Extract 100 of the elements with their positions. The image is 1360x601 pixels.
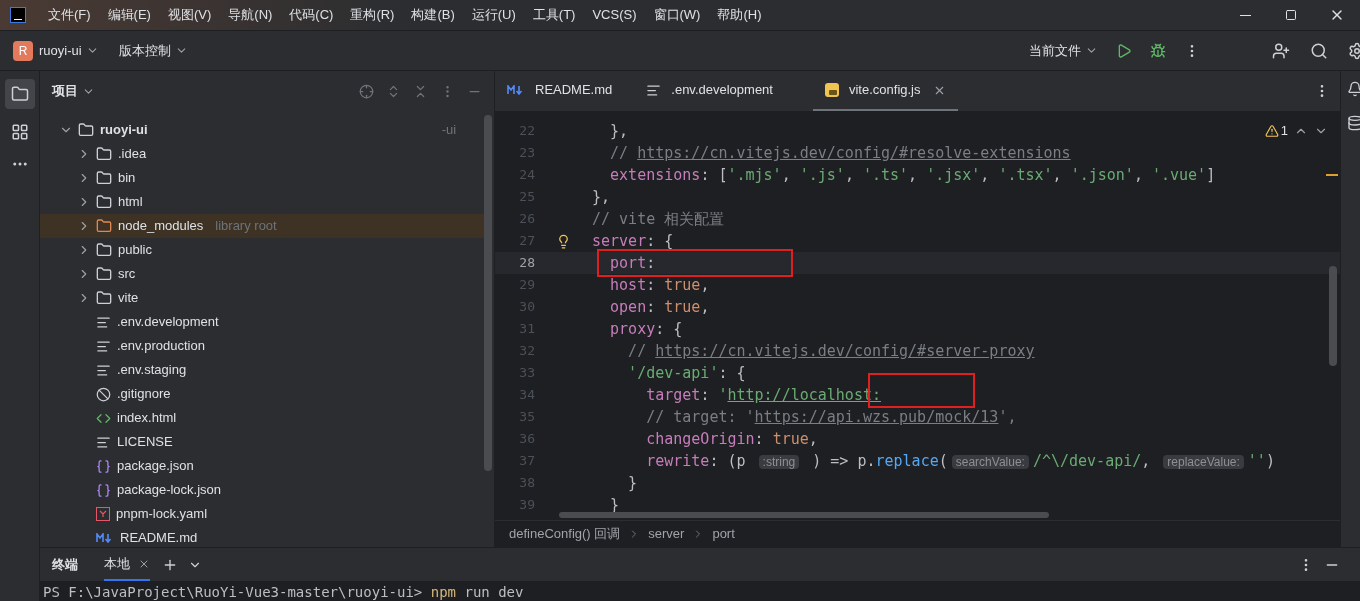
menu-item[interactable]: VCS(S) [592, 5, 637, 25]
vcs-menu[interactable]: 版本控制 [118, 40, 188, 61]
breadcrumb[interactable]: defineConfig() 回调 [509, 524, 621, 544]
tree-item[interactable]: ruoyi-ui -ui [40, 118, 484, 142]
folder-icon [96, 170, 112, 186]
file-name: LICENSE [117, 433, 173, 452]
database-icon[interactable] [1346, 115, 1360, 131]
folder-icon [96, 290, 112, 306]
tree-item[interactable]: html [40, 190, 484, 214]
run-icon[interactable] [1116, 42, 1132, 59]
json-file-icon [96, 482, 111, 498]
tree-item[interactable]: .env.staging [40, 358, 484, 382]
code-line: proxy: { [609, 319, 683, 340]
notifications-icon[interactable] [1346, 81, 1360, 97]
code-line: // target: 'https://api.wzs.pub/mock/13', [645, 407, 1017, 428]
text-file-icon [96, 338, 111, 354]
menu-item[interactable]: 导航(N) [228, 5, 273, 25]
debug-icon[interactable] [1150, 42, 1166, 59]
file-name: README.md [120, 529, 198, 547]
file-name: bin [118, 169, 136, 188]
app-logo-icon [10, 7, 26, 23]
search-icon[interactable] [1310, 41, 1328, 60]
scrollbar[interactable] [484, 115, 492, 471]
tree-item[interactable]: src [40, 262, 484, 286]
project-badge: R [13, 40, 33, 61]
breadcrumb[interactable]: port [712, 524, 735, 544]
file-name: .idea [118, 145, 147, 164]
file-name: ruoyi-ui [100, 121, 148, 140]
line-number: 28 [518, 254, 535, 273]
folder-icon [96, 146, 112, 162]
menu-item[interactable]: 编辑(E) [107, 5, 151, 25]
file-name: .env.staging [117, 361, 187, 380]
markdown-file-icon [96, 533, 114, 543]
scrollbar[interactable] [559, 512, 1049, 518]
folder-icon [96, 194, 112, 210]
warning-icon[interactable] [1264, 123, 1279, 138]
code-line: // vite 相关配置 [592, 209, 725, 230]
settings-icon[interactable] [1348, 41, 1360, 60]
file-name: .env.development [117, 313, 219, 332]
editor-tab[interactable]: vite.config.js [812, 71, 958, 111]
tree-item[interactable]: package.json [40, 454, 484, 478]
code-line: }, [609, 121, 629, 142]
menu-item[interactable]: 视图(V) [167, 5, 212, 25]
menu-item[interactable]: 构建(B) [411, 5, 455, 25]
file-name: index.html [117, 409, 177, 428]
tree-item[interactable]: .env.development [40, 310, 484, 334]
lightbulb-icon[interactable] [556, 233, 571, 249]
breadcrumb[interactable]: server [648, 524, 685, 544]
maximize-icon [1285, 9, 1297, 21]
run-config-selector[interactable]: 当前文件 [1029, 40, 1098, 61]
tree-item[interactable]: vite [40, 286, 484, 310]
code-line: }, [592, 187, 611, 208]
tree-item[interactable]: LICENSE [40, 430, 484, 454]
tree-item[interactable]: README.md [40, 526, 484, 547]
text-file-icon [96, 362, 111, 378]
code-line: // https://cn.vitejs.dev/config/#server-proxy [627, 341, 1035, 362]
project-selector[interactable]: ruoyi-ui [39, 40, 99, 61]
file-name: pnpm-lock.yaml [116, 505, 208, 524]
tree-item[interactable]: .gitignore [40, 382, 484, 406]
text-file-icon [96, 314, 111, 330]
menu-item[interactable]: 运行(U) [471, 5, 516, 25]
menu-item[interactable]: 重构(R) [350, 5, 395, 25]
code-line: server: { [592, 231, 674, 252]
file-name: package.json [117, 457, 194, 476]
folder-icon [96, 266, 112, 282]
folder-icon [96, 218, 112, 234]
editor-tab[interactable]: README.md [495, 71, 625, 111]
tree-item[interactable]: .env.production [40, 334, 484, 358]
panel-title[interactable]: 项目 [52, 81, 95, 101]
file-name: html [118, 193, 143, 212]
menu-item[interactable]: 窗口(W) [653, 5, 701, 25]
menu-item[interactable]: 文件(F) [48, 5, 91, 25]
tree-item[interactable]: package-lock.json [40, 478, 484, 502]
tree-item[interactable]: index.html [40, 406, 484, 430]
user-add-icon[interactable] [1272, 41, 1290, 60]
warning-count[interactable]: 1 [1280, 121, 1288, 141]
file-name: node_modules [118, 217, 204, 236]
code-line: rewrite: (p :string ) => p.replace( searchValue: /^\/dev-api/, replaceValue: '') [645, 450, 1275, 472]
scrollbar[interactable] [1329, 266, 1337, 366]
locate-icon[interactable] [359, 83, 374, 99]
text-file-icon [646, 82, 662, 98]
structure-icon[interactable] [10, 123, 29, 141]
js-file-icon [824, 83, 839, 97]
minimize-icon [1239, 14, 1251, 16]
menu-item[interactable]: 帮助(H) [717, 5, 762, 25]
menu-item[interactable]: 工具(T) [532, 5, 576, 25]
tree-item[interactable]: node_modules library root [40, 214, 484, 238]
project-tool-button[interactable] [4, 79, 35, 109]
file-name: .gitignore [117, 385, 171, 404]
tree-item[interactable]: pnpm-lock.yaml [40, 502, 484, 526]
terminal-line: PS F:\JavaProject\RuoYi-Vue3-master\ruoyi-ui> npm run dev [43, 584, 524, 600]
text-file-icon [96, 434, 111, 450]
tree-item[interactable]: .idea [40, 142, 484, 166]
menu-item[interactable]: 代码(C) [289, 5, 334, 25]
folder-icon [10, 85, 29, 103]
file-name: vite [118, 289, 139, 308]
tree-item[interactable]: public [40, 238, 484, 262]
editor-tab[interactable]: .env.development [634, 71, 785, 111]
file-name: package-lock.json [117, 481, 222, 500]
tree-item[interactable]: bin [40, 166, 484, 190]
